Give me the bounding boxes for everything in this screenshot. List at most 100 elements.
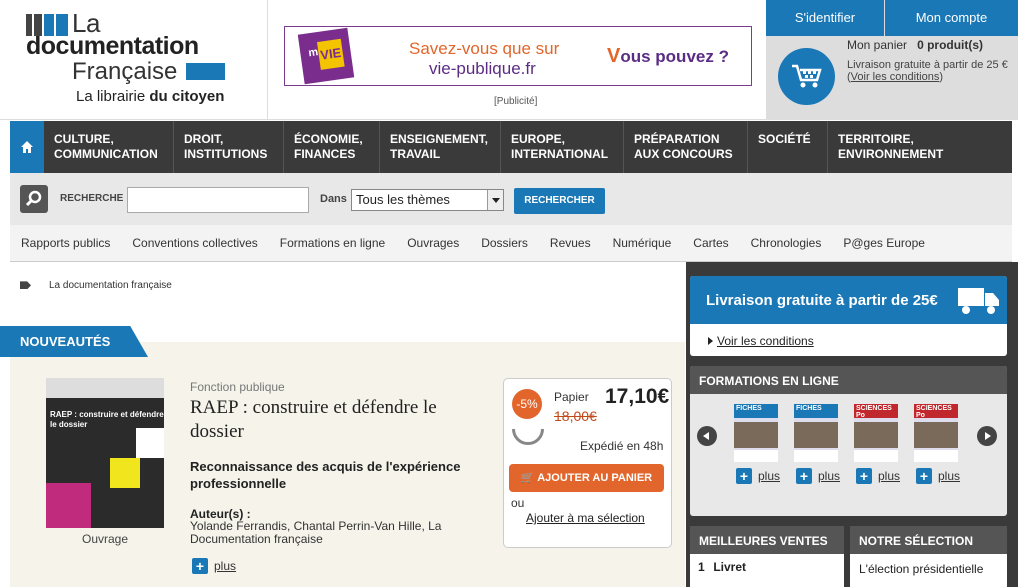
arrow-right-icon [708, 337, 713, 345]
cover-block-yellow [110, 458, 140, 488]
banner-text3: Vous pouvez ? [607, 45, 729, 67]
thumb-image [734, 422, 778, 448]
search-icon [20, 185, 48, 213]
carousel-prev-icon[interactable] [697, 426, 717, 446]
search-input[interactable] [127, 187, 309, 213]
banner-text1: Savez-vous que sur [409, 39, 560, 58]
nav-europe[interactable]: EUROPE, INTERNATIONAL [501, 121, 624, 173]
cart-icon [792, 64, 822, 88]
more-button[interactable]: + plus [192, 558, 236, 574]
carousel-next-icon[interactable] [977, 426, 997, 446]
cover-block-white [136, 428, 164, 458]
thumb-image [854, 422, 898, 448]
free-shipping-title: Livraison gratuite à partir de 25€ [690, 276, 1007, 324]
new-releases-tab[interactable]: NOUVEAUTÉS [0, 326, 148, 357]
nav-economie[interactable]: ÉCONOMIE, FINANCES [284, 121, 380, 173]
secondary-nav: Rapports publics Conventions collectives… [10, 225, 1012, 262]
thumb-more-label: plus [758, 469, 781, 483]
thumb-footer [914, 450, 958, 462]
subnav-revues[interactable]: Revues [539, 236, 602, 250]
thumb-image [794, 422, 838, 448]
new-releases-panel: RAEP : construire et défendre le dossier… [10, 342, 685, 587]
authors-value: Yolande Ferrandis, Chantal Perrin-Van Hi… [190, 519, 442, 546]
best-sellers-box: MEILLEURES VENTES 1 Livret [690, 526, 844, 587]
best-sellers-title: MEILLEURES VENTES [690, 526, 844, 554]
search-button[interactable]: RECHERCHER [514, 188, 605, 214]
book-format: Ouvrage [82, 532, 129, 546]
subnav-pages-europe[interactable]: P@ges Europe [832, 236, 936, 250]
thumb-image [914, 422, 958, 448]
sidebar: Livraison gratuite à partir de 25€ Voir … [686, 262, 1018, 587]
subnav-dossiers[interactable]: Dossiers [470, 236, 539, 250]
subnav-conventions[interactable]: Conventions collectives [121, 236, 268, 250]
thumb-footer [794, 450, 838, 462]
free-shipping-title-text: Livraison gratuite à partir de 25€ [706, 292, 938, 309]
thumb-more-button[interactable]: + plus [856, 468, 900, 484]
cover-title: RAEP : construire et défendre le dossier [50, 410, 164, 429]
subnav-numerique[interactable]: Numérique [602, 236, 683, 250]
book-title[interactable]: RAEP : construire et défendre le dossier [190, 396, 490, 444]
account-panel: S'identifier Mon compte Mon panier 0 pro… [766, 0, 1018, 120]
training-thumb[interactable]: SCIENCES Po [854, 404, 898, 462]
theme-select[interactable]: Tous les thèmes [351, 189, 504, 211]
nav-enseignement[interactable]: ENSEIGNEMENT, TRAVAIL [380, 121, 501, 173]
site-header: La documentation Française La librairie … [0, 0, 1018, 120]
site-logo[interactable]: La documentation Française La librairie … [10, 0, 268, 120]
plus-icon: + [192, 558, 208, 574]
shipping-conditions-link[interactable]: Voir les conditions [851, 71, 940, 83]
subnav-chronologies[interactable]: Chronologies [740, 236, 833, 250]
nav-culture[interactable]: CULTURE, COMMUNICATION [44, 121, 174, 173]
plus-icon: + [736, 468, 752, 484]
theme-select-value: Tous les thèmes [356, 192, 450, 207]
ad-note: [Publicité] [494, 96, 538, 107]
best-seller-item[interactable]: 1 Livret [698, 560, 746, 574]
conditions-link[interactable]: Voir les conditions [708, 334, 814, 348]
nav-droit[interactable]: DROIT, INSTITUTIONS [174, 121, 284, 173]
plus-icon: + [856, 468, 872, 484]
thumb-more-label: plus [938, 469, 961, 483]
add-to-cart-label: AJOUTER AU PANIER [537, 472, 653, 484]
subnav-formations[interactable]: Formations en ligne [269, 236, 396, 250]
login-button[interactable]: S'identifier [766, 0, 884, 36]
book-cover[interactable]: RAEP : construire et défendre le dossier [46, 378, 164, 528]
book-subtitle: Reconnaissance des acquis de l'expérienc… [190, 459, 461, 491]
logo-tagline: La librairie du citoyen [76, 88, 225, 105]
current-price: 17,10€ [605, 385, 670, 408]
nav-preparation[interactable]: PRÉPARATION AUX CONCOURS [624, 121, 748, 173]
truck-icon [958, 288, 999, 314]
thumb-more-button[interactable]: + plus [916, 468, 960, 484]
search-label: RECHERCHE [60, 193, 124, 204]
thumb-more-button[interactable]: + plus [736, 468, 780, 484]
free-shipping-note: Livraison gratuite à partir de 25 € (Voi… [847, 59, 1008, 83]
nav-societe[interactable]: SOCIÉTÉ [748, 121, 828, 173]
thumb-label: FICHES [796, 405, 822, 412]
add-to-cart-button[interactable]: 🛒 AJOUTER AU PANIER [509, 464, 664, 492]
training-thumb[interactable]: SCIENCES Po [914, 404, 958, 462]
my-account-button[interactable]: Mon compte [885, 0, 1018, 36]
theme-label: Dans [320, 193, 347, 205]
main-content: La documentation française RAEP : constr… [0, 262, 685, 587]
training-thumb[interactable]: FICHES [734, 404, 778, 462]
nav-territoire[interactable]: TERRITOIRE, ENVIRONNEMENT [828, 121, 1006, 173]
breadcrumb-link[interactable]: La documentation française [49, 280, 172, 291]
online-training-title: FORMATIONS EN LIGNE [690, 366, 1007, 394]
cover-block-pink [46, 483, 91, 528]
main-nav: CULTURE, COMMUNICATION DROIT, INSTITUTIONS… [10, 121, 1012, 173]
cart-button[interactable] [778, 48, 835, 105]
plus-icon: + [796, 468, 812, 484]
selection-item[interactable]: L'élection présidentielle [859, 562, 983, 576]
our-selection-box: NOTRE SÉLECTION L'élection présidentiell… [850, 526, 1007, 587]
cart-icon: 🛒 [520, 472, 538, 484]
training-thumb[interactable]: FICHES [794, 404, 838, 462]
ad-banner[interactable]: monVIE Savez-vous que sur vie-publique.f… [284, 26, 752, 86]
more-label: plus [214, 559, 237, 573]
plus-icon: + [916, 468, 932, 484]
subnav-rapports[interactable]: Rapports publics [10, 236, 121, 250]
subnav-ouvrages[interactable]: Ouvrages [396, 236, 470, 250]
breadcrumb-arrow-icon [20, 281, 31, 290]
add-to-selection-link[interactable]: Ajouter à ma sélection [526, 511, 645, 525]
home-button[interactable] [10, 121, 44, 173]
thumb-more-button[interactable]: + plus [796, 468, 840, 484]
or-label: ou [511, 496, 525, 510]
subnav-cartes[interactable]: Cartes [682, 236, 739, 250]
